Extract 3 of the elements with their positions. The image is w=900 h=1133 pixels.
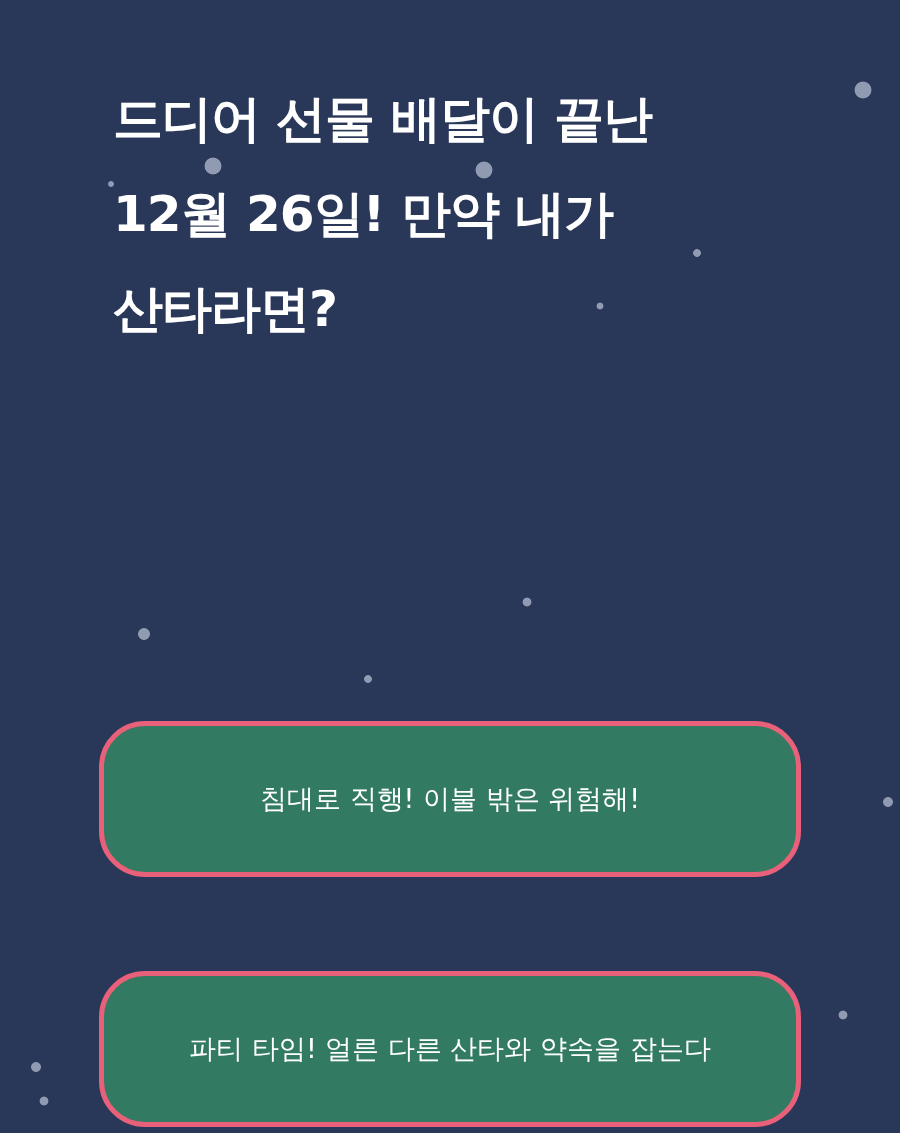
- question-title: 드디어 선물 배달이 끝난 12월 26일! 만약 내가 산타라면?: [113, 89, 653, 340]
- answer-button[interactable]: 파티 타임! 얼른 다른 산타와 약속을 잡는다: [99, 971, 801, 1127]
- answer-button[interactable]: 침대로 직행! 이불 밖은 위험해!: [99, 721, 801, 877]
